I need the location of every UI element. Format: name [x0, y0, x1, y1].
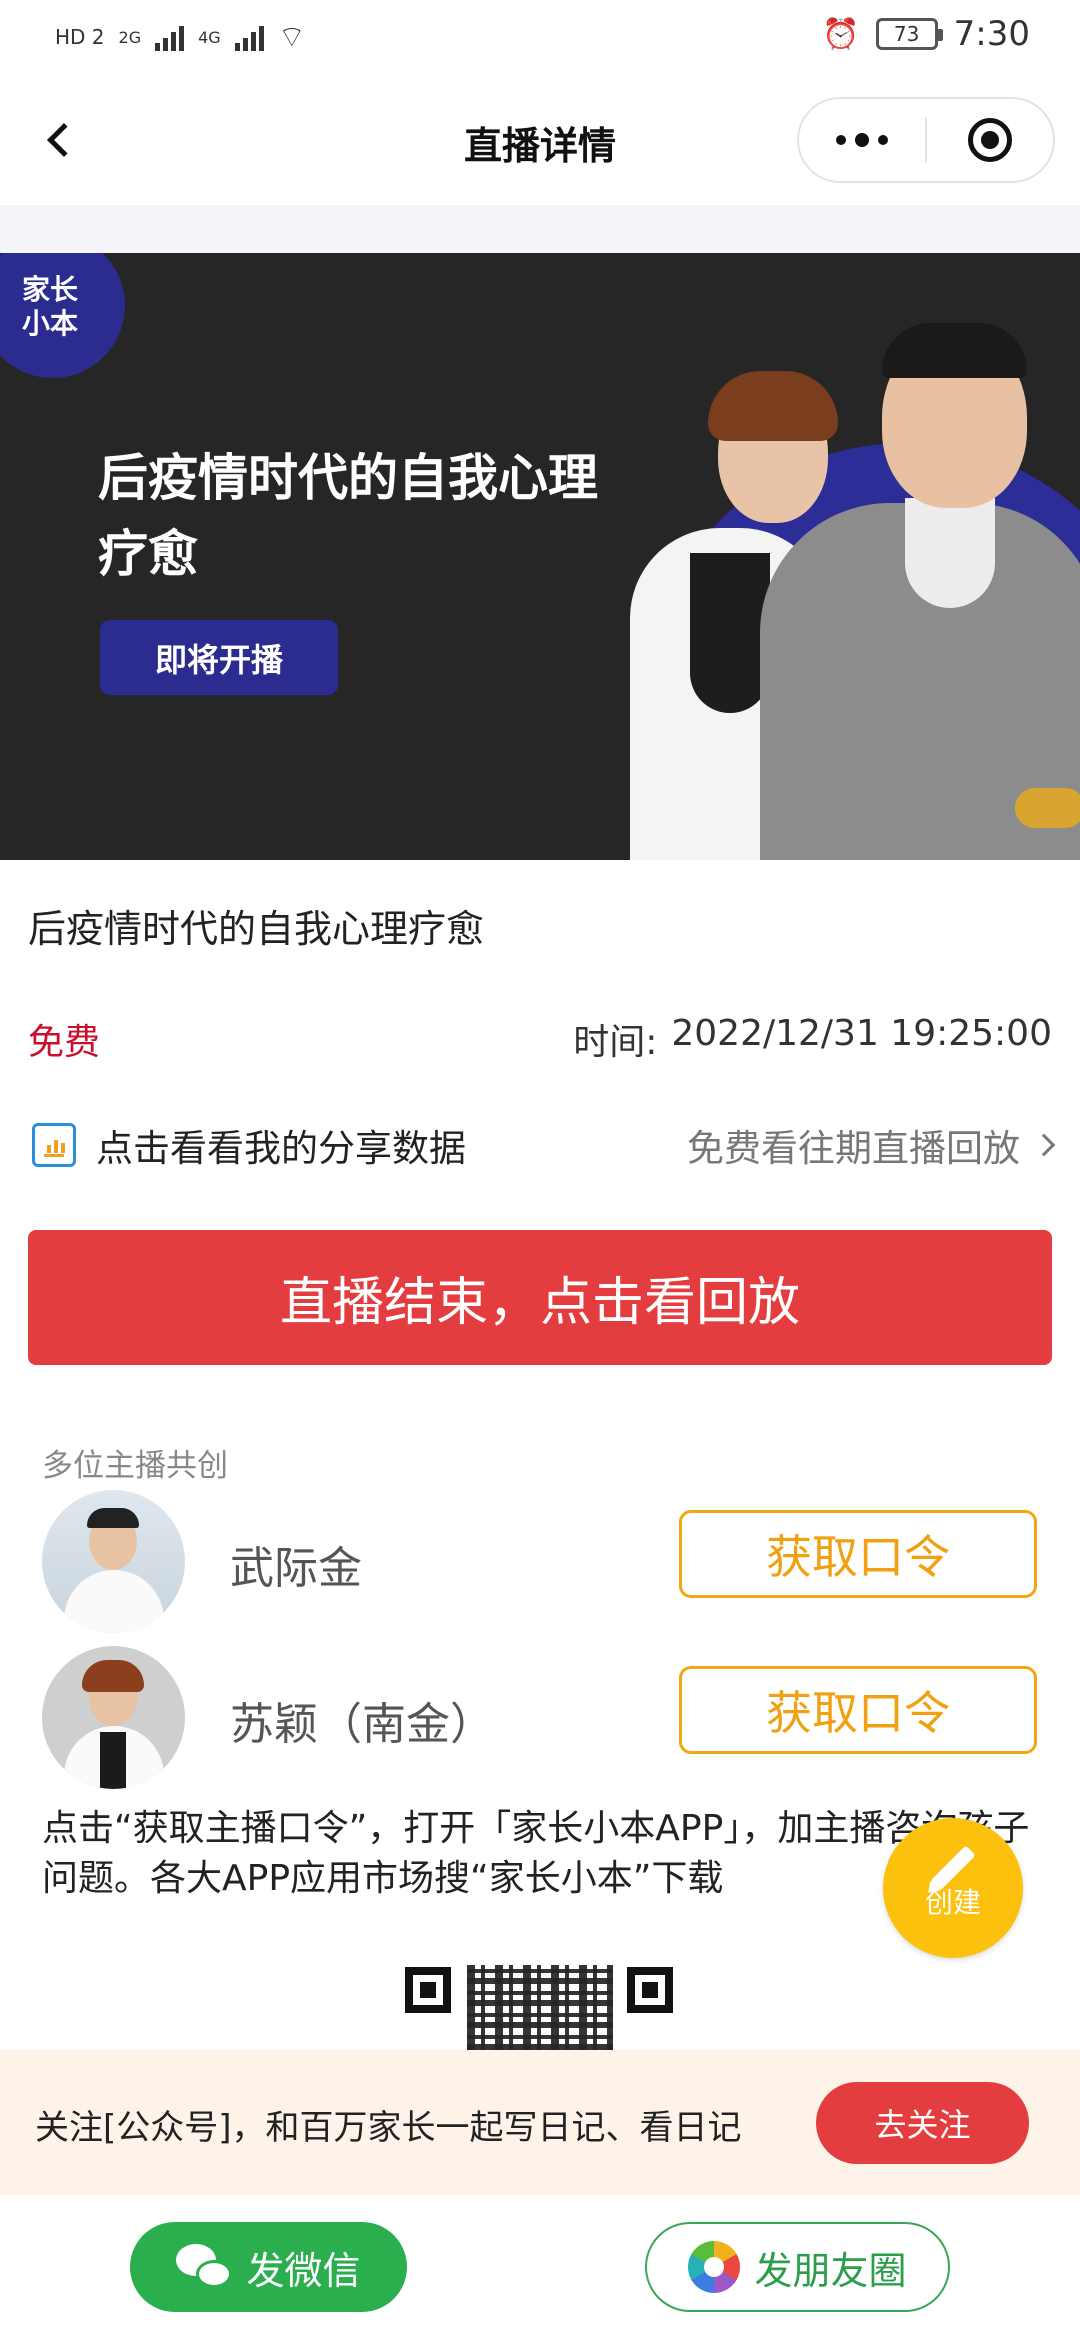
- hosts-section-label: 多位主播共创: [42, 1448, 228, 1484]
- battery-icon: 73: [875, 18, 943, 50]
- chart-icon: [32, 1123, 76, 1167]
- live-banner[interactable]: 家长 小本 后疫情时代的自我心理疗愈 即将开播: [0, 253, 1080, 860]
- share-data-label: 点击看看我的分享数据: [96, 1127, 466, 1170]
- watch-replay-button[interactable]: 直播结束，点击看回放: [28, 1230, 1052, 1365]
- follow-banner: 关注[公众号]，和百万家长一起写日记、看日记 去关注: [0, 2050, 1080, 2195]
- status-right: ⏰ 73 7:30: [822, 14, 1030, 54]
- share-moments-label: 发朋友圈: [754, 2248, 907, 2293]
- divider-strip: [0, 205, 1080, 253]
- host-photo-female-inner: [690, 553, 770, 713]
- avatar: [42, 1646, 185, 1789]
- host-row: 武际金 获取口令: [0, 1490, 1080, 1640]
- past-replays-label: 免费看往期直播回放: [687, 1127, 1020, 1170]
- share-wechat-label: 发微信: [246, 2248, 361, 2293]
- host-name: 武际金: [230, 1543, 362, 1594]
- clock: 7:30: [953, 14, 1030, 54]
- follow-button[interactable]: 去关注: [816, 2082, 1029, 2164]
- network-2g-label: 2G: [118, 27, 142, 47]
- price-label: 免费: [28, 1022, 101, 1063]
- qr-finder: [405, 1967, 451, 2013]
- miniprogram-capsule: [797, 97, 1055, 183]
- live-title: 后疫情时代的自我心理疗愈: [28, 907, 485, 951]
- time-value: 2022/12/31 19:25:00: [671, 1013, 1052, 1054]
- wifi-icon: ⌔: [277, 20, 306, 55]
- moments-icon: [688, 2241, 741, 2293]
- more-button[interactable]: [799, 99, 925, 181]
- signal-icon: [155, 23, 185, 51]
- share-moments-button[interactable]: 发朋友圈: [645, 2222, 950, 2312]
- more-dot-icon: [878, 135, 888, 145]
- status-left: HD 2 2G 4G ⌔: [55, 18, 306, 56]
- host-photo-male-collar: [905, 498, 995, 608]
- avatar-hair: [82, 1660, 144, 1692]
- network-4g-label: 4G: [198, 27, 221, 47]
- qr-modules: [467, 1965, 613, 2050]
- close-miniprogram-button[interactable]: [927, 99, 1053, 181]
- nav-bar: 直播详情: [0, 75, 1080, 205]
- share-bar: 发微信 发朋友圈: [0, 2195, 1080, 2340]
- hd-indicator: HD 2: [55, 25, 105, 49]
- host-name: 苏颖（南金）: [230, 1699, 494, 1750]
- alarm-icon: ⏰: [822, 16, 860, 52]
- signal-icon-2: [234, 23, 264, 51]
- target-icon: [967, 118, 1012, 162]
- host-row: 苏颖（南金） 获取口令: [0, 1646, 1080, 1796]
- qr-finder: [627, 1967, 673, 2013]
- live-time: 时间: 2022/12/31 19:25:00: [573, 1013, 1052, 1065]
- more-dot-icon: [855, 133, 869, 147]
- banner-title: 后疫情时代的自我心理疗愈: [98, 449, 598, 583]
- host-photo-female-hair: [708, 371, 838, 441]
- qr-code: [405, 1965, 675, 2050]
- follow-text: 关注[公众号]，和百万家长一起写日记、看日记: [35, 2108, 742, 2148]
- create-button[interactable]: 创建: [883, 1818, 1023, 1958]
- avatar-inner: [100, 1732, 126, 1789]
- host-photo-beads: [1015, 788, 1080, 828]
- chevron-right-icon: [1032, 1133, 1056, 1157]
- avatar-body: [64, 1570, 164, 1633]
- get-command-button[interactable]: 获取口令: [679, 1666, 1037, 1754]
- wechat-icon: [176, 2244, 233, 2290]
- avatar-hair: [87, 1508, 139, 1528]
- share-data-link[interactable]: 点击看看我的分享数据: [32, 1118, 466, 1172]
- get-command-button[interactable]: 获取口令: [679, 1510, 1037, 1598]
- time-label: 时间:: [573, 1022, 658, 1063]
- brand-logo: 家长 小本: [0, 253, 125, 378]
- brand-logo-text: 家长 小本: [22, 273, 79, 340]
- host-photo-male-hair: [882, 323, 1027, 378]
- more-dot-icon: [836, 135, 846, 145]
- avatar: [42, 1490, 185, 1633]
- share-wechat-button[interactable]: 发微信: [130, 2222, 407, 2312]
- banner-status-badge: 即将开播: [100, 620, 338, 695]
- status-bar: HD 2 2G 4G ⌔ ⏰ 73 7:30: [0, 0, 1080, 75]
- past-replays-link[interactable]: 免费看往期直播回放: [687, 1118, 1056, 1172]
